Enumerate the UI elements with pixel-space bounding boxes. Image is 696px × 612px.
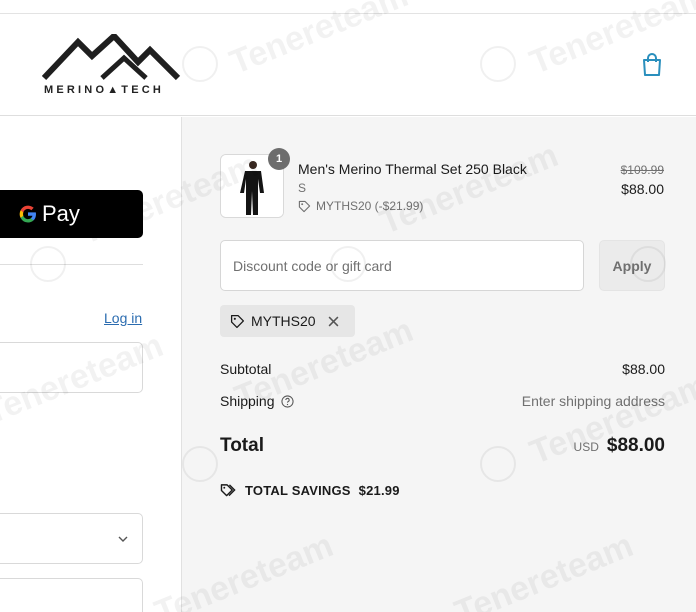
country-select[interactable] [0, 513, 143, 564]
total-currency: USD [573, 440, 599, 454]
applied-discount-code: MYTHS20 [251, 313, 316, 329]
total-savings-value: $21.99 [358, 483, 400, 498]
shipping-label: Shipping [220, 393, 275, 409]
mountain-logo-icon [41, 31, 181, 81]
google-pay-label: Pay [42, 201, 80, 226]
name-field[interactable] [0, 578, 143, 612]
google-g-icon [19, 205, 36, 223]
close-icon[interactable] [328, 316, 339, 327]
tag-icon [298, 200, 311, 212]
apply-button[interactable]: Apply [599, 240, 665, 291]
subtotal-label: Subtotal [220, 361, 272, 377]
cart-button[interactable] [640, 52, 664, 78]
total-label: Total [220, 435, 264, 456]
savings-tag-icon [220, 484, 236, 497]
brand-wordmark: MERINO▲TECH [44, 84, 165, 96]
discount-code-input[interactable]: Discount code or gift card [220, 240, 584, 291]
price-final: $88.00 [621, 181, 664, 197]
email-field[interactable] [0, 342, 143, 393]
subtotal-value: $88.00 [622, 361, 665, 377]
price-original: $109.99 [620, 163, 664, 177]
chevron-down-icon [118, 536, 128, 542]
product-name: Men's Merino Thermal Set 250 Black [298, 161, 527, 177]
total-amount: $88.00 [606, 435, 665, 456]
discount-code-placeholder: Discount code or gift card [233, 257, 392, 274]
shopping-bag-icon [643, 53, 661, 76]
shipping-value: Enter shipping address [521, 393, 665, 409]
product-variant: S [298, 181, 307, 195]
total-amount-group: USD $88.00 [574, 435, 665, 457]
shipping-row: Shipping Enter shipping address [220, 393, 665, 409]
order-summary-panel: 1 Men's Merino Thermal Set 250 Black S M… [181, 117, 696, 612]
total-row: Total USD $88.00 [220, 435, 665, 457]
total-savings-label: TOTAL SAVINGS [245, 483, 351, 498]
subtotal-row: Subtotal $88.00 [220, 361, 665, 377]
shipping-label-group: Shipping [220, 393, 294, 409]
total-savings: TOTAL SAVINGS $21.99 [220, 483, 400, 498]
login-link[interactable]: Log in [104, 310, 142, 326]
product-discount-text: MYTHS20 (-$21.99) [316, 199, 424, 213]
divider [0, 264, 143, 265]
header: MERINO▲TECH [0, 14, 696, 116]
brand-logo[interactable]: MERINO▲TECH [41, 31, 184, 98]
applied-discount-chip: MYTHS20 [220, 305, 355, 337]
checkout-form-panel: Pay Log in [0, 117, 181, 612]
product-discount: MYTHS20 (-$21.99) [298, 199, 423, 213]
quantity-badge: 1 [268, 148, 290, 170]
help-circle-icon[interactable] [280, 394, 294, 408]
tag-icon [230, 314, 245, 328]
google-pay-button[interactable]: Pay [0, 190, 143, 238]
